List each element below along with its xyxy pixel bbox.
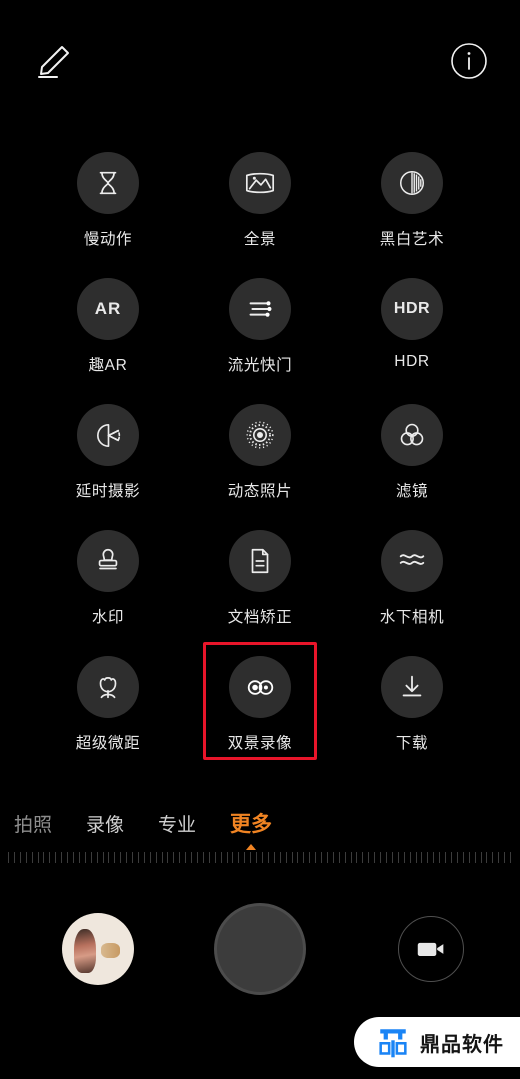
mode-item-live-photo[interactable]: 动态照片 (184, 404, 336, 501)
stamp-icon (77, 530, 139, 592)
mode-item-underwater[interactable]: 水下相机 (336, 530, 488, 627)
top-bar (0, 0, 520, 110)
mode-item-label: 流光快门 (227, 357, 293, 374)
light-painting-icon (229, 278, 291, 340)
shutter-button[interactable] (214, 903, 306, 995)
mode-item-label: 全景 (243, 231, 277, 248)
mode-item-document-correction[interactable]: 文档矫正 (184, 530, 336, 627)
ar-text-icon: AR (77, 278, 139, 340)
thumbnail-figure (74, 928, 96, 974)
thumbnail-figure-secondary (100, 943, 120, 958)
hdr-icon-text: HDR (393, 300, 431, 317)
panorama-icon (229, 152, 291, 214)
mode-tab-photo[interactable]: 拍照 (14, 810, 52, 837)
mode-item-label: 延时摄影 (75, 483, 141, 500)
hdr-text-icon: HDR (381, 278, 443, 340)
mode-item-label: 滤镜 (395, 483, 429, 500)
info-circle-icon[interactable] (450, 42, 488, 80)
mode-item-label: 慢动作 (83, 231, 133, 248)
camera-app-screen: 慢动作 全景 黑白艺术 AR 趣AR 流光快门 HDR HDR 延时摄影 动态照… (0, 0, 520, 1079)
hourglass-icon (77, 152, 139, 214)
mode-item-label: 超级微距 (75, 735, 141, 752)
mode-item-label: 文档矫正 (227, 609, 293, 626)
mode-item-dual-view-video[interactable]: 双景录像 (184, 656, 336, 753)
mode-ruler-strip[interactable] (0, 852, 520, 866)
mode-tab-pro[interactable]: 专业 (158, 810, 196, 837)
mode-item-ar[interactable]: AR 趣AR (32, 278, 184, 375)
document-icon (229, 530, 291, 592)
mode-item-hdr[interactable]: HDR HDR (336, 278, 488, 375)
time-lapse-icon (77, 404, 139, 466)
video-mode-button[interactable] (398, 916, 464, 982)
mode-item-monochrome[interactable]: 黑白艺术 (336, 152, 488, 249)
dual-view-icon (229, 656, 291, 718)
mode-item-light-painting[interactable]: 流光快门 (184, 278, 336, 375)
mode-item-label: 动态照片 (227, 483, 293, 500)
filter-circles-icon (381, 404, 443, 466)
mode-item-super-macro[interactable]: 超级微距 (32, 656, 184, 753)
mode-tab-bar: 拍照 录像 专业 更多 (0, 800, 520, 846)
monochrome-circle-icon (381, 152, 443, 214)
mode-tab-more[interactable]: 更多 (230, 808, 272, 838)
mode-item-watermark[interactable]: 水印 (32, 530, 184, 627)
mode-item-label: 水下相机 (379, 609, 445, 626)
water-waves-icon (381, 530, 443, 592)
ar-icon-text: AR (94, 299, 122, 318)
mode-item-label: 水印 (91, 609, 125, 626)
mode-item-label: 趣AR (88, 357, 128, 374)
flower-macro-icon (77, 656, 139, 718)
mode-grid: 慢动作 全景 黑白艺术 AR 趣AR 流光快门 HDR HDR 延时摄影 动态照… (0, 152, 520, 753)
mode-item-filter[interactable]: 滤镜 (336, 404, 488, 501)
mode-item-slow-motion[interactable]: 慢动作 (32, 152, 184, 249)
watermark-badge: 鼎品软件 (354, 1017, 520, 1067)
download-arrow-icon (381, 656, 443, 718)
gallery-thumbnail[interactable] (62, 913, 134, 985)
mode-item-download[interactable]: 下载 (336, 656, 488, 753)
watermark-text: 鼎品软件 (420, 1033, 504, 1056)
mode-item-panorama[interactable]: 全景 (184, 152, 336, 249)
video-camera-icon (417, 942, 444, 957)
mode-item-time-lapse[interactable]: 延时摄影 (32, 404, 184, 501)
dingpin-logo-icon (379, 1029, 407, 1058)
pencil-edit-icon[interactable] (33, 40, 75, 82)
mode-tab-video[interactable]: 录像 (86, 810, 124, 837)
mode-item-label: 黑白艺术 (379, 231, 445, 248)
mode-item-label: 双景录像 (227, 735, 293, 752)
mode-item-label: HDR (394, 353, 430, 370)
live-photo-icon (229, 404, 291, 466)
mode-item-label: 下载 (395, 735, 429, 752)
